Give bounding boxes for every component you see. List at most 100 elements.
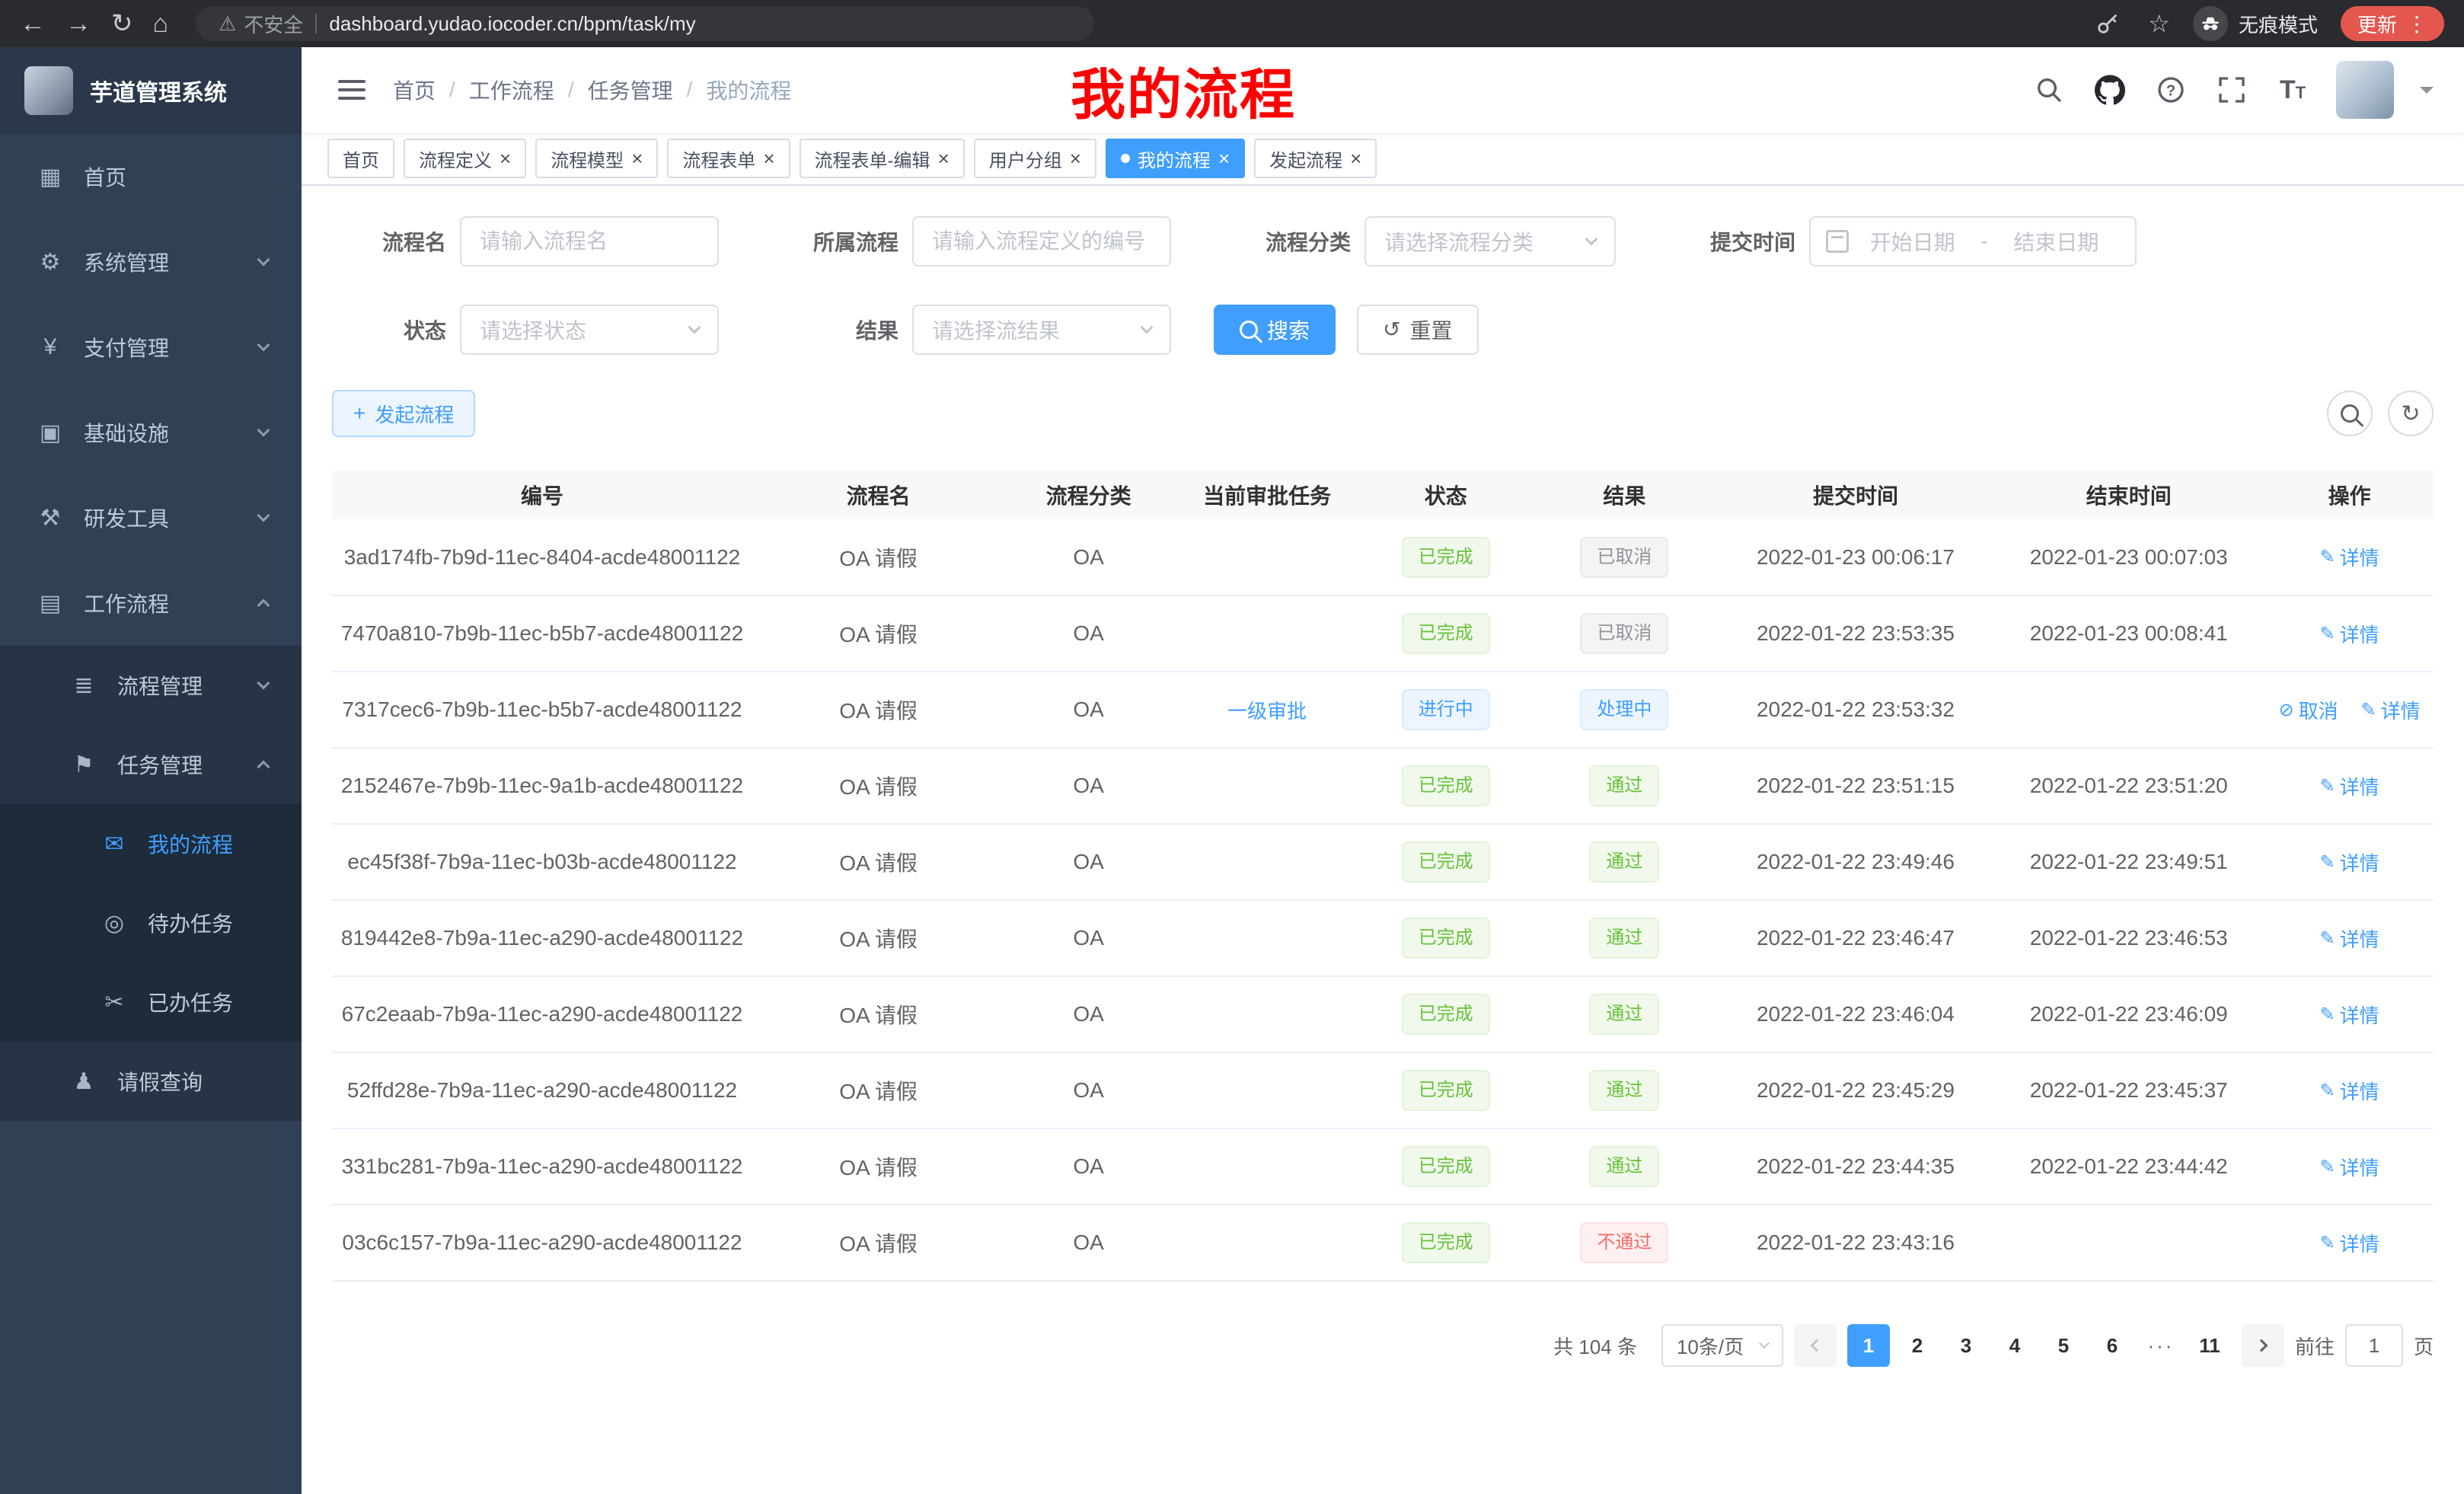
avatar-caret-down-icon[interactable] <box>2420 87 2434 101</box>
table-row[interactable]: 331bc281-7b9a-11ec-a290-acde48001122 OA … <box>332 1128 2434 1205</box>
page-size-select[interactable]: 10条/页 <box>1661 1324 1783 1367</box>
show-search-button[interactable] <box>2327 391 2373 436</box>
sidebar-item-payment[interactable]: ¥ 支付管理 <box>0 305 302 390</box>
next-page-button[interactable] <box>2242 1324 2284 1367</box>
page-button[interactable]: 3 <box>1945 1324 1987 1367</box>
sidebar-item-todo-tasks[interactable]: ◎ 待办任务 <box>0 883 302 962</box>
kebab-menu-icon[interactable]: ⋮ <box>2406 11 2427 37</box>
status-select[interactable]: 请选择状态 <box>460 305 719 355</box>
page-button[interactable]: 5 <box>2042 1324 2085 1367</box>
sidebar-item-home[interactable]: ▦ 首页 <box>0 134 302 219</box>
sidebar-item-done-tasks[interactable]: ✂ 已办任务 <box>0 962 302 1042</box>
process-definition-input[interactable] <box>912 216 1171 267</box>
table-row[interactable]: 819442e8-7b9a-11ec-a290-acde48001122 OA … <box>332 900 2434 976</box>
page-button[interactable]: 2 <box>1896 1324 1939 1367</box>
table-row[interactable]: 2152467e-7b9b-11ec-9a1b-acde48001122 OA … <box>332 748 2434 824</box>
header-search-icon[interactable] <box>2032 72 2067 107</box>
goto-page-input[interactable] <box>2345 1324 2403 1367</box>
tab[interactable]: 流程表单 × <box>667 139 790 178</box>
forward-icon[interactable]: → <box>65 11 91 37</box>
tab[interactable]: 用户分组 × <box>974 139 1096 178</box>
cancel-link[interactable]: ⊘取消 <box>2279 696 2338 724</box>
sidebar-toggle-button[interactable] <box>332 70 372 110</box>
breadcrumb-workflow[interactable]: 工作流程 <box>469 75 554 105</box>
breadcrumb-task-management[interactable]: 任务管理 <box>588 75 673 105</box>
prev-page-button[interactable] <box>1794 1324 1837 1367</box>
breadcrumb-home[interactable]: 首页 <box>393 75 436 105</box>
tab[interactable]: 首页 <box>327 139 394 178</box>
table-row[interactable]: 7317cec6-7b9b-11ec-b5b7-acde48001122 OA … <box>332 672 2434 748</box>
process-name-input[interactable] <box>460 216 719 267</box>
back-icon[interactable]: ← <box>20 11 46 37</box>
detail-link[interactable]: ✎详情 <box>2320 1077 2379 1105</box>
table-row[interactable]: 67c2eaab-7b9a-11ec-a290-acde48001122 OA … <box>332 976 2434 1052</box>
page-button[interactable]: 1 <box>1847 1324 1890 1367</box>
fullscreen-icon[interactable] <box>2214 72 2249 107</box>
sidebar-item-my-process[interactable]: ✉ 我的流程 <box>0 804 302 883</box>
sidebar-item-process-management[interactable]: ≣ 流程管理 <box>0 646 302 725</box>
detail-link[interactable]: ✎详情 <box>2320 543 2379 571</box>
font-size-icon[interactable]: TT <box>2275 72 2310 107</box>
category-select[interactable]: 请选择流程分类 <box>1364 216 1616 267</box>
address-bar[interactable]: ⚠ 不安全 dashboard.yudao.iocoder.cn/bpm/tas… <box>196 6 1094 41</box>
close-icon[interactable]: × <box>938 148 950 168</box>
tab-label: 我的流程 <box>1138 145 1211 172</box>
tab[interactable]: 流程模型 × <box>535 139 658 178</box>
sidebar-item-devtools[interactable]: ⚒ 研发工具 <box>0 475 302 560</box>
sidebar-item-leave-query[interactable]: ♟ 请假查询 <box>0 1042 302 1121</box>
table-row[interactable]: 7470a810-7b9b-11ec-b5b7-acde48001122 OA … <box>332 595 2434 672</box>
tab[interactable]: 发起流程 × <box>1254 139 1377 178</box>
user-avatar[interactable] <box>2336 61 2394 119</box>
detail-link[interactable]: ✎详情 <box>2320 1229 2379 1257</box>
detail-link[interactable]: ✎详情 <box>2320 924 2379 953</box>
update-button[interactable]: 更新 ⋮ <box>2341 6 2444 41</box>
chevron-down-icon <box>688 321 701 334</box>
detail-link[interactable]: ✎详情 <box>2320 1153 2379 1181</box>
home-icon[interactable]: ⌂ <box>153 11 169 37</box>
table-row[interactable]: ec45f38f-7b9a-11ec-b03b-acde48001122 OA … <box>332 824 2434 900</box>
page-button[interactable]: 4 <box>1993 1324 2036 1367</box>
sidebar-item-infrastructure[interactable]: ▣ 基础设施 <box>0 390 302 475</box>
table-row[interactable]: 52ffd28e-7b9a-11ec-a290-acde48001122 OA … <box>332 1052 2434 1128</box>
page-button[interactable]: ··· <box>2140 1324 2182 1367</box>
tab[interactable]: 流程表单-编辑 × <box>800 139 965 178</box>
github-icon[interactable] <box>2092 72 2127 107</box>
help-icon[interactable]: ? <box>2153 72 2188 107</box>
tab[interactable]: 我的流程 × <box>1106 139 1245 178</box>
refresh-button[interactable]: ↻ <box>2388 391 2434 436</box>
cell-process-name: OA 请假 <box>752 1205 1004 1281</box>
page-button[interactable]: 11 <box>2188 1324 2231 1367</box>
reset-button[interactable]: ↺ 重置 <box>1357 305 1478 355</box>
detail-link[interactable]: ✎详情 <box>2320 620 2379 648</box>
table-row[interactable]: 03c6c157-7b9a-11ec-a290-acde48001122 OA … <box>332 1205 2434 1281</box>
status-badge: 已完成 <box>1402 1146 1490 1187</box>
chevron-down-icon <box>1141 321 1154 334</box>
reload-icon[interactable]: ↻ <box>111 11 133 37</box>
create-process-button[interactable]: + 发起流程 <box>332 390 475 437</box>
detail-link[interactable]: ✎详情 <box>2320 848 2379 876</box>
close-icon[interactable]: × <box>500 148 511 168</box>
close-icon[interactable]: × <box>1070 148 1081 168</box>
detail-link[interactable]: ✎详情 <box>2320 1001 2379 1029</box>
search-button[interactable]: 搜索 <box>1214 305 1336 355</box>
close-icon[interactable]: × <box>631 148 643 168</box>
bookmark-star-icon[interactable]: ☆ <box>2148 9 2170 38</box>
close-icon[interactable]: × <box>1350 148 1361 168</box>
table-row[interactable]: 3ad174fb-7b9d-11ec-8404-acde48001122 OA … <box>332 519 2434 595</box>
detail-link[interactable]: ✎详情 <box>2360 696 2420 724</box>
plus-icon: + <box>353 403 365 424</box>
close-icon[interactable]: × <box>763 148 774 168</box>
tab[interactable]: 流程定义 × <box>404 139 526 178</box>
page-button[interactable]: 6 <box>2091 1324 2134 1367</box>
close-icon[interactable]: × <box>1218 148 1230 168</box>
date-range-picker[interactable]: 开始日期 - 结束日期 <box>1809 216 2137 267</box>
start-date-placeholder: 开始日期 <box>1849 226 1976 257</box>
sidebar-item-task-management[interactable]: ⚑ 任务管理 <box>0 725 302 804</box>
sidebar-item-system[interactable]: ⚙ 系统管理 <box>0 219 302 305</box>
sidebar-item-workflow[interactable]: ▤ 工作流程 <box>0 560 302 646</box>
key-icon[interactable] <box>2090 6 2125 41</box>
task-link[interactable]: 一级审批 <box>1227 696 1307 724</box>
result-select[interactable]: 请选择流结果 <box>912 305 1171 355</box>
detail-link[interactable]: ✎详情 <box>2320 772 2379 800</box>
menu-label: 首页 <box>84 161 126 192</box>
